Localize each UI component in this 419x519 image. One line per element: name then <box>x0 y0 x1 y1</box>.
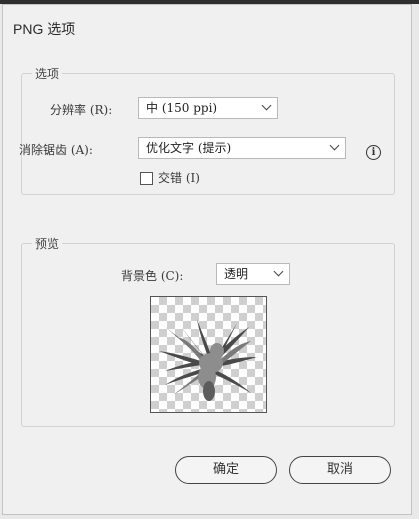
preview-image <box>150 296 267 413</box>
antialias-label: 消除锯齿 (A): <box>19 143 93 157</box>
png-options-dialog: PNG 选项 选项 分辨率 (R): 中 (150 ppi) 消除锯齿 (A):… <box>2 4 412 515</box>
cancel-button[interactable]: 取消 <box>289 456 391 484</box>
info-icon[interactable]: i <box>366 145 381 160</box>
resolution-select[interactable]: 中 (150 ppi) <box>138 97 278 119</box>
resolution-value: 中 (150 ppi) <box>146 101 218 115</box>
options-legend: 选项 <box>35 67 60 81</box>
background-color-select[interactable]: 透明 <box>216 263 290 285</box>
dialog-title: PNG 选项 <box>13 21 76 37</box>
plant-preview-graphic <box>159 319 257 401</box>
chevron-down-icon <box>329 140 340 151</box>
ok-button[interactable]: 确定 <box>175 456 277 484</box>
interlace-checkbox[interactable] <box>140 172 153 185</box>
antialias-value: 优化文字 (提示) <box>146 141 232 155</box>
chevron-down-icon <box>273 266 284 277</box>
chevron-down-icon <box>261 100 272 111</box>
background-color-value: 透明 <box>224 267 249 281</box>
resolution-label: 分辨率 (R): <box>50 103 113 117</box>
options-group: 选项 <box>21 65 395 195</box>
preview-legend: 预览 <box>35 237 60 251</box>
background-color-label: 背景色 (C): <box>121 269 184 283</box>
interlace-label: 交错 (I) <box>158 171 200 185</box>
antialias-select[interactable]: 优化文字 (提示) <box>138 137 346 159</box>
